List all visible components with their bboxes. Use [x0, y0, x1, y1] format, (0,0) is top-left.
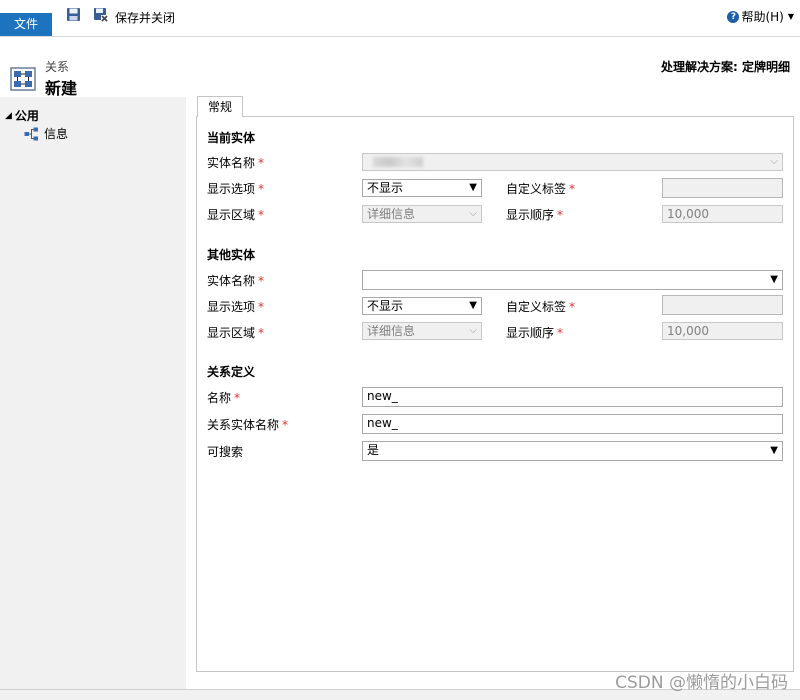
other-custom-label-label: 自定义标签 *	[506, 298, 575, 315]
left-nav: ◢ 公用 信息	[0, 97, 186, 689]
required-marker: *	[557, 208, 564, 222]
section-relationship-definition: 关系定义	[207, 365, 256, 379]
current-display-area-label: 显示区域 *	[207, 206, 264, 223]
chevron-down-icon: ▼	[469, 182, 477, 193]
chevron-down-icon: ▼	[770, 445, 778, 456]
nav-item-info[interactable]: 信息	[24, 125, 68, 142]
nav-group-common[interactable]: ◢ 公用	[5, 107, 39, 124]
watermark: CSDN @懒惰的小白码	[615, 673, 788, 693]
save-close-button[interactable]: 保存并关闭	[115, 9, 175, 26]
chevron-down-icon: ▼	[787, 12, 794, 21]
breadcrumb: 关系	[45, 60, 70, 74]
required-marker: *	[258, 208, 265, 222]
current-display-area-select[interactable]: 详细信息 ⌵	[362, 205, 482, 223]
current-custom-label-input[interactable]	[662, 178, 783, 198]
label-text: 显示区域	[207, 326, 256, 340]
nav-item-label: 信息	[44, 127, 69, 141]
relationship-entity-name-label: 关系实体名称 *	[207, 416, 288, 433]
name-input[interactable]: new_	[362, 387, 783, 407]
current-display-order-label: 显示顺序 *	[506, 206, 563, 223]
other-display-option-label: 显示选项 *	[207, 298, 264, 315]
label-text: 自定义标签	[506, 182, 567, 196]
other-custom-label-input[interactable]	[662, 295, 783, 315]
required-marker: *	[569, 300, 576, 314]
current-display-order-input[interactable]: 10,000	[662, 205, 783, 223]
other-display-order-label: 显示顺序 *	[506, 324, 563, 341]
label-text: 显示顺序	[506, 326, 555, 340]
collapse-triangle-icon: ◢	[5, 110, 12, 121]
chevron-down-icon: ⌵	[469, 208, 477, 219]
label-text: 显示顺序	[506, 208, 555, 222]
label-text: 显示选项	[207, 300, 256, 314]
section-other-entity: 其他实体	[207, 248, 256, 262]
required-marker: *	[282, 418, 289, 432]
required-marker: *	[258, 156, 265, 170]
name-label: 名称 *	[207, 389, 240, 406]
required-marker: *	[557, 326, 564, 340]
ribbon: 文件 保存并关闭 ? 帮助(H) ▼	[0, 0, 800, 37]
current-display-option-select[interactable]: 不显示 ▼	[362, 179, 482, 197]
other-display-order-input[interactable]: 10,000	[662, 322, 783, 340]
current-entity-name-select[interactable]: ⌵	[362, 153, 783, 171]
other-display-area-label: 显示区域 *	[207, 324, 264, 341]
relationship-entity-icon	[10, 67, 36, 91]
nav-group-label: 公用	[14, 109, 39, 123]
chevron-down-icon: ⌵	[770, 156, 778, 167]
required-marker: *	[258, 182, 265, 196]
file-tab[interactable]: 文件	[0, 13, 52, 36]
searchable-label: 可搜索	[207, 445, 244, 459]
required-marker: *	[258, 300, 265, 314]
save-close-icon[interactable]	[93, 7, 108, 22]
other-entity-name-select[interactable]: ▼	[362, 270, 783, 290]
form-body: 当前实体 实体名称 * ⌵ 显示选项 * 不显示 ▼ 自定义标签 * 显示区域 * 详细…	[196, 116, 794, 672]
chevron-down-icon: ▼	[469, 300, 477, 311]
solution-label: 处理解决方案: 定牌明细	[661, 60, 790, 74]
save-icon[interactable]	[66, 7, 81, 22]
current-custom-label-label: 自定义标签 *	[506, 180, 575, 197]
other-display-option-select[interactable]: 不显示 ▼	[362, 297, 482, 315]
searchable-select[interactable]: 是 ▼	[362, 441, 783, 461]
relationship-icon	[24, 127, 38, 140]
tab-general[interactable]: 常规	[197, 96, 243, 117]
page-title: 新建	[45, 79, 78, 98]
label-text: 自定义标签	[506, 300, 567, 314]
required-marker: *	[234, 391, 241, 405]
relationship-entity-name-input[interactable]: new_	[362, 414, 783, 434]
label-text: 名称	[207, 391, 232, 405]
label-text: 显示选项	[207, 182, 256, 196]
required-marker: *	[258, 326, 265, 340]
chevron-down-icon: ⌵	[469, 325, 477, 336]
current-entity-name-label: 实体名称 *	[207, 154, 264, 171]
chevron-down-icon: ▼	[770, 274, 778, 285]
section-current-entity: 当前实体	[207, 131, 256, 145]
help-icon: ?	[727, 10, 740, 23]
help-menu[interactable]: ? 帮助(H) ▼	[727, 8, 794, 25]
help-label: 帮助(H)	[741, 10, 784, 24]
label-text: 实体名称	[207, 274, 256, 288]
label-text: 关系实体名称	[207, 418, 280, 432]
other-display-area-select[interactable]: 详细信息 ⌵	[362, 322, 482, 340]
label-text: 实体名称	[207, 156, 256, 170]
label-text: 显示区域	[207, 208, 256, 222]
required-marker: *	[258, 274, 265, 288]
current-display-option-label: 显示选项 *	[207, 180, 264, 197]
required-marker: *	[569, 182, 576, 196]
redacted-value	[373, 157, 423, 167]
other-entity-name-label: 实体名称 *	[207, 272, 264, 289]
